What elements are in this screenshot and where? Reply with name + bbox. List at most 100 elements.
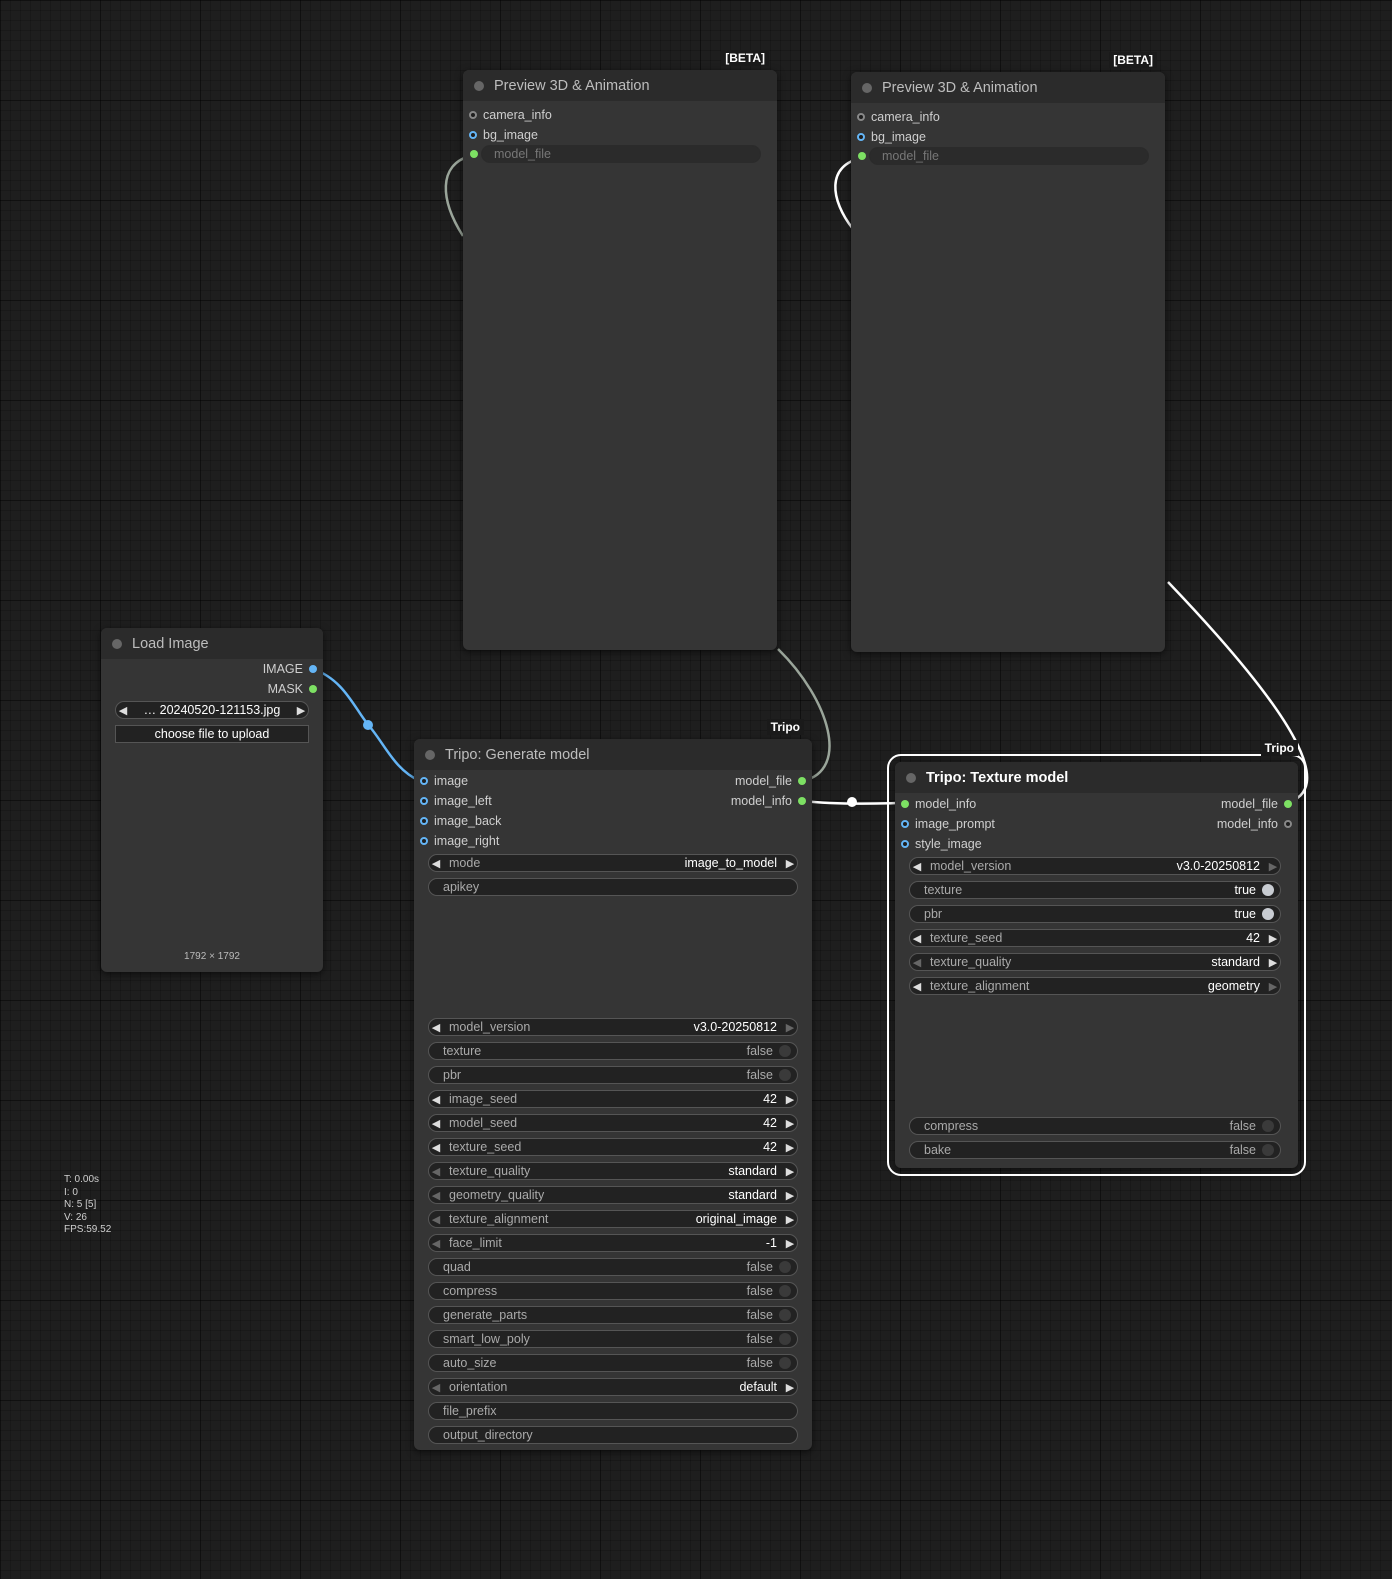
node-preview-3d-2[interactable]: [BETA] Preview 3D & Animation camera_inf… xyxy=(851,52,1165,652)
slot-dot-icon[interactable] xyxy=(858,152,866,160)
widget-texture[interactable]: texture false xyxy=(428,1042,798,1060)
slot-dot-icon[interactable] xyxy=(309,665,317,673)
widget-bake[interactable]: bake false xyxy=(909,1141,1281,1159)
output-model-file[interactable]: model_file xyxy=(735,773,812,789)
slot-dot-icon[interactable] xyxy=(857,113,865,121)
collapse-dot-icon[interactable] xyxy=(425,749,435,760)
node-title[interactable]: Tripo: Generate model xyxy=(414,739,812,770)
slot-dot-icon[interactable] xyxy=(901,820,909,828)
node-title[interactable]: Load Image xyxy=(101,628,323,659)
toggle-off-icon[interactable] xyxy=(779,1261,791,1273)
output-mask[interactable]: MASK xyxy=(268,681,323,697)
slot-dot-icon[interactable] xyxy=(1284,800,1292,808)
output-model-info[interactable]: model_info xyxy=(1217,816,1298,832)
widget-texture[interactable]: texture true xyxy=(909,881,1281,899)
link-image[interactable] xyxy=(312,667,421,783)
arrow-right-icon[interactable]: ▶ xyxy=(1266,932,1280,945)
slot-dot-icon[interactable] xyxy=(798,797,806,805)
upload-button[interactable]: choose file to upload xyxy=(115,725,309,743)
arrow-right-icon[interactable]: ▶ xyxy=(783,1213,797,1226)
widget-auto-size[interactable]: auto_size false xyxy=(428,1354,798,1372)
widget-file-prefix[interactable]: file_prefix xyxy=(428,1402,798,1420)
node-load-image[interactable]: Load Image IMAGE MASK ◀ … 20240520-121153… xyxy=(101,628,323,972)
widget-compress[interactable]: compress false xyxy=(909,1117,1281,1135)
toggle-off-icon[interactable] xyxy=(1262,1120,1274,1132)
slot-dot-icon[interactable] xyxy=(469,131,477,139)
widget-texture-seed[interactable]: ◀ texture_seed 42 ▶ xyxy=(909,929,1281,947)
node-tripo-generate[interactable]: Tripo Tripo: Generate model image image_… xyxy=(414,719,812,1450)
arrow-left-icon[interactable]: ◀ xyxy=(429,1213,443,1226)
toggle-off-icon[interactable] xyxy=(779,1357,791,1369)
arrow-right-icon[interactable]: ▶ xyxy=(1266,980,1280,993)
arrow-left-icon[interactable]: ◀ xyxy=(429,1237,443,1250)
slot-dot-icon[interactable] xyxy=(470,150,478,158)
arrow-right-icon[interactable]: ▶ xyxy=(783,1141,797,1154)
slot-dot-icon[interactable] xyxy=(901,840,909,848)
arrow-right-icon[interactable]: ▶ xyxy=(783,1189,797,1202)
arrow-left-icon[interactable]: ◀ xyxy=(910,980,924,993)
image-combo[interactable]: ◀ … 20240520-121153.jpg ▶ xyxy=(115,701,309,719)
node-title[interactable]: Preview 3D & Animation xyxy=(851,72,1165,103)
widget-texture-quality[interactable]: ◀ texture_quality standard ▶ xyxy=(428,1162,798,1180)
input-image-left[interactable]: image_left xyxy=(414,793,492,809)
input-image-prompt[interactable]: image_prompt xyxy=(895,816,995,832)
collapse-dot-icon[interactable] xyxy=(474,80,484,91)
widget-texture-alignment[interactable]: ◀ texture_alignment geometry ▶ xyxy=(909,977,1281,995)
widget-texture-quality[interactable]: ◀ texture_quality standard ▶ xyxy=(909,953,1281,971)
arrow-left-icon[interactable]: ◀ xyxy=(429,1189,443,1202)
arrow-left-icon[interactable]: ◀ xyxy=(910,956,924,969)
toggle-off-icon[interactable] xyxy=(779,1045,791,1057)
slot-dot-icon[interactable] xyxy=(309,685,317,693)
collapse-dot-icon[interactable] xyxy=(906,772,916,783)
node-title[interactable]: Tripo: Texture model xyxy=(895,762,1298,793)
node-title[interactable]: Preview 3D & Animation xyxy=(463,70,777,101)
widget-pbr[interactable]: pbr false xyxy=(428,1066,798,1084)
node-preview-3d-1[interactable]: [BETA] Preview 3D & Animation camera_inf… xyxy=(463,50,777,650)
slot-dot-icon[interactable] xyxy=(798,777,806,785)
slot-dot-icon[interactable] xyxy=(420,817,428,825)
arrow-right-icon[interactable]: ▶ xyxy=(783,1093,797,1106)
toggle-off-icon[interactable] xyxy=(779,1309,791,1321)
widget-smart-low-poly[interactable]: smart_low_poly false xyxy=(428,1330,798,1348)
input-image-right[interactable]: image_right xyxy=(414,833,499,849)
widget-geometry-quality[interactable]: ◀ geometry_quality standard ▶ xyxy=(428,1186,798,1204)
arrow-right-icon[interactable]: ▶ xyxy=(783,857,797,870)
toggle-off-icon[interactable] xyxy=(779,1333,791,1345)
link-model-info[interactable] xyxy=(802,799,901,805)
arrow-left-icon[interactable]: ◀ xyxy=(429,1021,443,1034)
arrow-right-icon[interactable]: ▶ xyxy=(783,1117,797,1130)
widget-texture-seed[interactable]: ◀ texture_seed 42 ▶ xyxy=(428,1138,798,1156)
arrow-left-icon[interactable]: ◀ xyxy=(910,932,924,945)
widget-quad[interactable]: quad false xyxy=(428,1258,798,1276)
widget-texture-alignment[interactable]: ◀ texture_alignment original_image ▶ xyxy=(428,1210,798,1228)
input-bg-image[interactable]: bg_image xyxy=(851,129,926,145)
widget-model-seed[interactable]: ◀ model_seed 42 ▶ xyxy=(428,1114,798,1132)
link-image-midpoint[interactable] xyxy=(363,720,373,730)
arrow-left-icon[interactable]: ◀ xyxy=(429,1093,443,1106)
slot-dot-icon[interactable] xyxy=(1284,820,1292,828)
collapse-dot-icon[interactable] xyxy=(112,638,122,649)
link-model-info-midpoint[interactable] xyxy=(847,797,857,807)
arrow-right-icon[interactable]: ▶ xyxy=(1266,956,1280,969)
input-camera-info[interactable]: camera_info xyxy=(851,109,940,125)
arrow-left-icon[interactable]: ◀ xyxy=(429,1165,443,1178)
input-image-back[interactable]: image_back xyxy=(414,813,501,829)
slot-dot-icon[interactable] xyxy=(420,797,428,805)
output-image[interactable]: IMAGE xyxy=(263,661,323,677)
slot-dot-icon[interactable] xyxy=(420,837,428,845)
input-bg-image[interactable]: bg_image xyxy=(463,127,538,143)
toggle-on-icon[interactable] xyxy=(1262,884,1274,896)
toggle-off-icon[interactable] xyxy=(779,1069,791,1081)
arrow-left-icon[interactable]: ◀ xyxy=(429,1381,443,1394)
toggle-off-icon[interactable] xyxy=(779,1285,791,1297)
widget-model-version[interactable]: ◀ model_version v3.0-20250812 ▶ xyxy=(428,1018,798,1036)
widget-orientation[interactable]: ◀ orientation default ▶ xyxy=(428,1378,798,1396)
arrow-left-icon[interactable]: ◀ xyxy=(116,704,130,717)
input-camera-info[interactable]: camera_info xyxy=(463,107,552,123)
slot-dot-icon[interactable] xyxy=(901,800,909,808)
arrow-right-icon[interactable]: ▶ xyxy=(294,704,308,717)
widget-generate-parts[interactable]: generate_parts false xyxy=(428,1306,798,1324)
slot-dot-icon[interactable] xyxy=(420,777,428,785)
widget-apikey[interactable]: apikey xyxy=(428,878,798,896)
arrow-right-icon[interactable]: ▶ xyxy=(783,1381,797,1394)
